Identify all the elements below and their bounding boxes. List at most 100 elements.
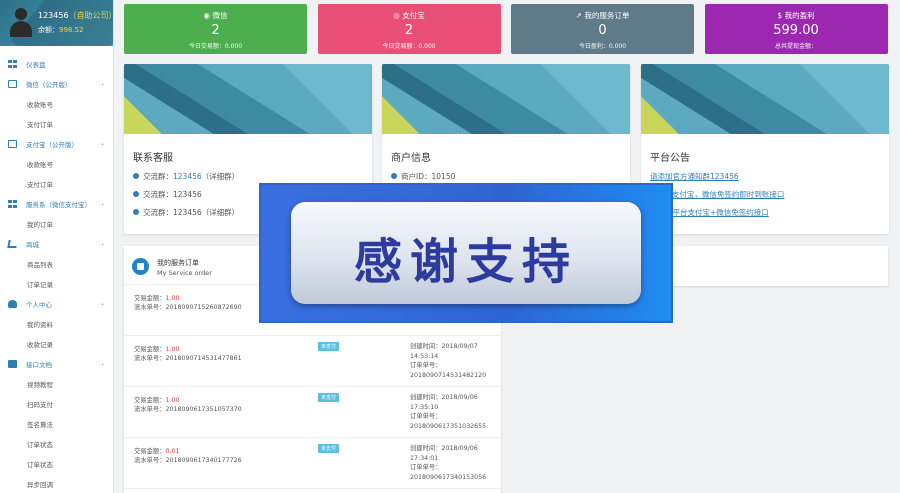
sidebar-item[interactable]: 扫码支付 [0,394,113,414]
notice-card: 平台公告 请添加官方通知群123456 CS6.0支付宝，微信免签约即时到账接口… [641,64,889,234]
sidebar-item-label: 支付订单 [27,181,53,189]
stat-title: ◎ 支付宝 [393,11,425,20]
order-meta-line: 创建时间：2018/09/07 [410,343,478,350]
sidebar-item[interactable]: 微信（公开版） ⌄ [0,74,113,94]
sidebar-item[interactable]: 异步回调 [0,474,113,493]
sidebar-item[interactable]: 支付订单 [0,174,113,194]
sidebar-item[interactable]: 我的资料 [0,314,113,334]
card-banner [382,64,630,134]
order-meta-line: 订单单号： [410,362,442,369]
sidebar-item[interactable]: 收款账号 [0,154,113,174]
user-icon [8,300,17,308]
empty-panel [640,246,888,286]
sidebar-item-label: 微信（公开版） [26,81,72,89]
sidebar-item-label: 收款记录 [27,341,53,349]
profile-balance: 余额：998.52 [38,26,84,34]
card-title: 商户信息 [391,153,431,164]
sidebar-item[interactable]: 订单记录 [0,274,113,294]
notice-link[interactable]: 新代理平台支付宝+微信免签约接口 [641,207,889,218]
sidebar-item-label: 支付宝（公开版） [26,141,78,149]
sidebar-item[interactable]: 订单状态 [0,454,113,474]
sidebar-item-label: 接口文档 [26,361,52,369]
order-flow-no: 流水单号：2018090715260872690 [134,304,242,311]
order-row[interactable]: 交易金额：0.01 流水单号：2018090617340177726 未支付 创建时间… [124,438,501,489]
sidebar-item-label: 异步回调 [27,481,53,489]
sidebar-item[interactable]: 商城 ⌄ [0,234,113,254]
order-meta-line: 14:53:14 [410,352,439,360]
order-meta: 创建时间：2018/09/06 17:35:10 订单单号： 201809061735… [410,393,486,431]
sidebar-item[interactable]: 支付订单 [0,114,113,134]
notice-link[interactable]: 请添加官方通知群123456 [641,171,889,182]
service-icon [8,200,17,208]
order-meta: 创建时间：2018/09/06 17:34:01 订单单号： 201809061734… [410,444,486,482]
stat-value: 2 [211,23,220,38]
stat-sub: 今日盈利：0.000 [578,43,627,50]
sidebar-item-label: 商城 [26,241,39,249]
stat-value: 0 [598,23,607,38]
stat-value: 2 [404,23,414,38]
order-flow-no: 流水单号：2018090617351057370 [134,406,242,413]
stat-card[interactable]: ◉ 微信 2 今日交易额：0.000 [124,4,307,54]
stat-sub: 总共提现金额： [774,43,817,50]
sidebar-item-label: 支付订单 [27,121,53,129]
sidebar-item[interactable]: 订单状态 [0,434,113,454]
order-meta-line: 17:35:10 [410,403,439,411]
order-amount: 交易金额：0.01 [134,448,180,455]
stat-title: $ 我的盈利 [777,11,815,20]
stat-card[interactable]: ◎ 支付宝 2 今日交易额：0.000 [317,4,501,54]
user-icon [133,173,139,179]
sidebar-item[interactable]: 服务系（微信支付宝） ⌄ [0,194,113,214]
wechat-icon [8,80,17,88]
stat-title: ◉ 微信 [203,11,228,20]
sidebar-item[interactable]: 收款账号 [0,94,113,114]
alipay-icon [8,140,17,148]
notice-link[interactable]: CS6.0支付宝，微信免签约即时到账接口 [641,189,889,200]
sidebar-item-label: 个人中心 [26,301,52,309]
orders-icon [132,258,149,275]
sidebar-item-label: 服务系（微信支付宝） [26,201,91,209]
stat-card[interactable]: $ 我的盈利 599.00 总共提现金额： [704,4,888,54]
stat-value: 599.00 [773,23,819,38]
orders-title: 我的服务订单 [157,259,199,267]
order-row[interactable]: 交易金额：1.00 流水单号：2018090714531477861 未支付 创建时间… [124,336,501,387]
sidebar-item-label: 订单记录 [27,281,53,289]
chevron-down-icon: ⌄ [99,300,105,307]
orders-subtitle: My Service order [157,269,212,277]
sidebar-item[interactable]: 接口文档 ⌄ [0,354,113,374]
doc-icon [8,360,17,368]
stat-card[interactable]: ↗ 我的服务订单 0 今日盈利：0.000 [511,4,694,54]
sidebar-item-label: 我的资料 [27,321,53,329]
dashboard-icon [8,60,17,68]
order-meta-line: 2018090714531482120 [410,371,487,379]
sidebar-item[interactable]: 视频教程 [0,374,113,394]
sidebar-menu: 仪表盘 微信（公开版） ⌄ 收款账号 支付订单 支付宝（公开版） ⌄ 收款账号 支付订单 服务系（… [0,46,113,493]
user-icon [391,173,397,179]
sidebar-item-label: 收款账号 [27,101,53,109]
order-meta-line: 2018090617340153056 [410,473,487,481]
order-meta-line: 17:34:01 [410,454,439,462]
sidebar-item[interactable]: 我的订单 [0,214,113,234]
card-banner [124,64,372,134]
chevron-down-icon: ⌄ [99,360,105,367]
order-amount: 交易金额：1.00 [134,295,180,302]
merchant-id-row: 商户ID：10150 [382,171,630,182]
sidebar-item[interactable]: 商品列表 [0,254,113,274]
order-amount: 交易金额：1.00 [134,346,180,353]
contact-row: 交流群：123456（详细群） [124,171,372,182]
order-flow-no: 流水单号：2018090617340177726 [134,457,242,464]
sidebar-item[interactable]: 支付宝（公开版） ⌄ [0,134,113,154]
order-meta-line: 订单单号： [410,413,442,420]
sidebar-item[interactable]: 个人中心 ⌄ [0,294,113,314]
sidebar-item-label: 视频教程 [27,381,53,389]
sidebar-item-label: 收款账号 [27,161,53,169]
profile-name: 123456（自助公司） [38,11,113,20]
sidebar-item-label: 订单状态 [27,461,53,469]
phone-icon [133,191,139,197]
avatar[interactable] [8,8,34,38]
order-row[interactable]: 交易金额：1.00 流水单号：2018090617351057370 未支付 创建时间… [124,387,501,438]
card-banner [641,64,889,134]
sidebar-item[interactable]: 仪表盘 [0,54,113,74]
sidebar-item[interactable]: 收款记录 [0,334,113,354]
sidebar-item[interactable]: 签名算法 [0,414,113,434]
status-badge: 未支付 [318,444,340,453]
